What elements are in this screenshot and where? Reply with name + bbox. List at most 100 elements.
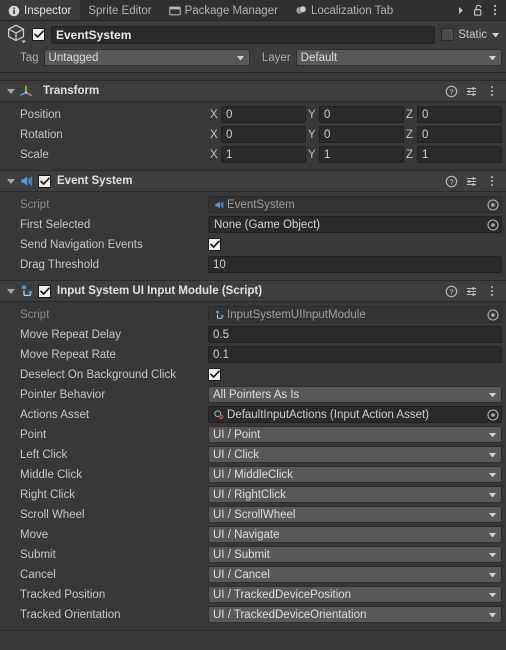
tab-package-manager[interactable]: Package Manager (161, 0, 287, 20)
static-dropdown-arrow[interactable] (492, 32, 499, 37)
property-control: UI / Cancel (208, 566, 502, 583)
kebab-menu-icon[interactable] (485, 84, 499, 98)
axis-input-y[interactable]: 0 (319, 106, 404, 123)
static-label: Static (458, 28, 487, 41)
property-label: Drag Threshold (20, 258, 100, 271)
dropdown-field[interactable]: UI / TrackedDevicePosition (208, 586, 502, 603)
preset-icon[interactable] (465, 85, 478, 98)
text-input[interactable]: 0.5 (208, 326, 502, 343)
dropdown-field[interactable]: UI / Submit (208, 546, 502, 563)
triangle-down-icon (7, 178, 15, 184)
gameobject-enabled-checkbox[interactable] (32, 28, 45, 41)
dropdown-field[interactable]: UI / Cancel (208, 566, 502, 583)
tab-sprite-editor[interactable]: Sprite Editor (80, 0, 160, 20)
property-control: UI / TrackedDevicePosition (208, 586, 502, 603)
property-row: Move Repeat Delay 0.5 (4, 325, 502, 344)
info-icon (8, 5, 20, 17)
object-picker-button[interactable] (484, 218, 501, 231)
preset-icon[interactable] (465, 175, 478, 188)
tab-localization[interactable]: Localization Tab (287, 0, 402, 20)
component-enabled-checkbox-input-system-ui-input-module[interactable] (38, 284, 51, 298)
object-picker-button[interactable] (484, 198, 501, 211)
text-input[interactable]: 10 (208, 256, 502, 273)
foldout-arrow-event-system[interactable] (4, 178, 18, 184)
component-body-transform: Position X 0 Y 0 Z 0 Rotation X 0 Y 0 Z 0 Scale X 1 Y 1 Z 1 (0, 102, 506, 170)
vector3-cell: 0 (319, 126, 404, 143)
component-header-input-system-ui-input-module[interactable]: Input System UI Input Module (Script)? (0, 280, 506, 302)
vector3-cell: 1 (417, 146, 502, 163)
help-icon[interactable]: ? (445, 85, 458, 98)
component-header-transform[interactable]: Transform? (0, 80, 506, 102)
dropdown-field[interactable]: All Pointers As Is (208, 386, 502, 403)
static-checkbox[interactable] (441, 28, 455, 41)
chevron-down-icon (489, 492, 496, 497)
component-enabled-checkbox-event-system[interactable] (38, 174, 51, 188)
object-field-value: None (Game Object) (214, 218, 321, 231)
dropdown-value: All Pointers As Is (213, 388, 300, 401)
object-picker-button[interactable] (484, 308, 501, 321)
property-label: Point (20, 428, 47, 441)
foldout-arrow-transform[interactable] (4, 88, 18, 94)
help-icon[interactable]: ? (445, 285, 458, 298)
kebab-menu-icon[interactable] (485, 284, 499, 298)
axis-input-x[interactable]: 0 (221, 126, 306, 143)
property-row: Drag Threshold 10 (4, 255, 502, 274)
object-field-value: InputSystemUIInputModule (227, 308, 366, 321)
axis-input-x[interactable]: 1 (221, 146, 306, 163)
dropdown-field[interactable]: UI / TrackedDeviceOrientation (208, 606, 502, 623)
lock-icon[interactable] (471, 2, 485, 18)
axis-label-y: Y (308, 148, 316, 161)
component-event-system: Event System? Script EventSystem First Sele… (0, 170, 506, 280)
property-label: Cancel (20, 568, 56, 581)
gameobject-cube-icon[interactable] (4, 22, 32, 48)
chevron-down-icon (489, 392, 496, 397)
gameobject-name-input[interactable]: EventSystem (51, 25, 436, 44)
axis-input-z[interactable]: 0 (417, 126, 502, 143)
property-control: X1Y1Z1 (208, 146, 502, 163)
dropdown-field[interactable]: UI / Click (208, 446, 502, 463)
object-field[interactable]: EventSystem (208, 196, 502, 213)
property-checkbox[interactable] (208, 368, 221, 381)
property-control: UI / MiddleClick (208, 466, 502, 483)
object-field[interactable]: DefaultInputActions (Input Action Asset) (208, 406, 502, 423)
gameobject-name-row: EventSystem Static (4, 24, 502, 44)
axis-input-z[interactable]: 0 (417, 106, 502, 123)
tag-dropdown[interactable]: Untagged (43, 49, 250, 66)
component-header-event-system[interactable]: Event System? (0, 170, 506, 192)
axis-label-y: Y (308, 128, 316, 141)
axis-input-y[interactable]: 1 (319, 146, 404, 163)
help-icon[interactable]: ? (445, 175, 458, 188)
tab-overflow-arrow[interactable] (454, 2, 468, 18)
kebab-menu-icon[interactable] (485, 174, 499, 188)
dropdown-field[interactable]: UI / RightClick (208, 486, 502, 503)
text-input[interactable]: 0.1 (208, 346, 502, 363)
dropdown-value: UI / Navigate (213, 528, 280, 541)
vector3-cell: 0 (221, 126, 306, 143)
property-row: Scroll Wheel UI / ScrollWheel (4, 505, 502, 524)
preset-icon[interactable] (465, 285, 478, 298)
axis-input-y[interactable]: 0 (319, 126, 404, 143)
object-field[interactable]: None (Game Object) (208, 216, 502, 233)
dropdown-field[interactable]: UI / ScrollWheel (208, 506, 502, 523)
property-control: UI / Submit (208, 546, 502, 563)
kebab-menu-icon[interactable] (488, 2, 502, 18)
dropdown-field[interactable]: UI / MiddleClick (208, 466, 502, 483)
property-row: Position X 0 Y 0 Z 0 (4, 105, 502, 124)
foldout-arrow-input-system-ui-input-module[interactable] (4, 288, 18, 294)
tab-inspector[interactable]: Inspector (0, 0, 81, 20)
dropdown-field[interactable]: UI / Point (208, 426, 502, 443)
svg-text:?: ? (449, 177, 453, 186)
object-field[interactable]: InputSystemUIInputModule (208, 306, 502, 323)
layer-dropdown[interactable]: Default (295, 49, 503, 66)
input-actions-icon (212, 408, 225, 421)
vector3-cell: 0 (417, 106, 502, 123)
chevron-down-icon (489, 592, 496, 597)
dropdown-field[interactable]: UI / Navigate (208, 526, 502, 543)
axis-input-x[interactable]: 0 (221, 106, 306, 123)
axis-label-z: Z (406, 108, 414, 121)
property-checkbox[interactable] (208, 238, 221, 251)
axis-label-x: X (210, 148, 218, 161)
object-picker-button[interactable] (484, 408, 501, 421)
axis-input-z[interactable]: 1 (417, 146, 502, 163)
package-icon (168, 5, 181, 17)
